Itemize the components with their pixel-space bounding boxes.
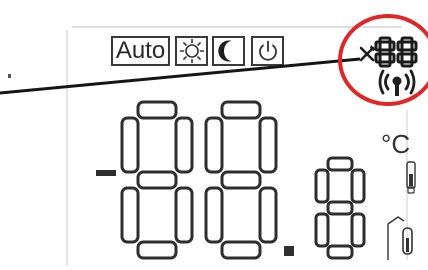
celsius-unit-label: °C	[381, 129, 411, 159]
thermometer-icon	[406, 161, 416, 194]
main-digit	[120, 100, 194, 260]
main-digit	[204, 100, 278, 260]
decimal-point	[284, 246, 294, 256]
main-temperature-readout	[120, 100, 366, 260]
decimal-digit	[314, 156, 366, 260]
room-thermometer-icon	[387, 216, 413, 260]
